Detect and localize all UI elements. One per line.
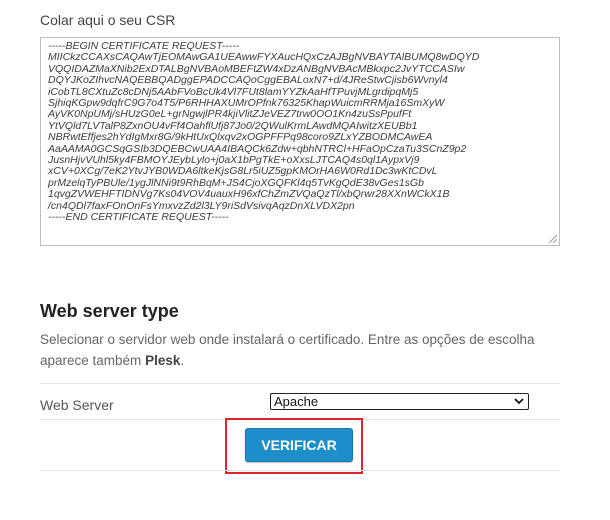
description-bold: Plesk bbox=[145, 353, 181, 368]
csr-label: Colar aqui o seu CSR bbox=[40, 12, 176, 28]
csr-textarea[interactable]: -----BEGIN CERTIFICATE REQUEST----- MIIC… bbox=[40, 37, 560, 246]
verify-button[interactable]: VERIFICAR bbox=[245, 428, 353, 462]
divider-bottom bbox=[40, 470, 560, 471]
csr-text[interactable]: -----BEGIN CERTIFICATE REQUEST----- MIIC… bbox=[48, 40, 548, 224]
section-description: Selecionar o servidor web onde instalará… bbox=[40, 329, 570, 371]
chevron-down-icon bbox=[514, 398, 524, 405]
description-text: Selecionar o servidor web onde instalará… bbox=[40, 332, 535, 368]
web-server-selected-value: Apache bbox=[274, 394, 319, 409]
web-server-label: Web Server bbox=[40, 397, 114, 413]
resize-grip-icon[interactable] bbox=[547, 233, 557, 243]
divider-top bbox=[40, 383, 560, 384]
description-suffix: . bbox=[180, 353, 185, 368]
section-title: Web server type bbox=[40, 301, 179, 321]
web-server-select[interactable]: Apache bbox=[270, 393, 529, 410]
